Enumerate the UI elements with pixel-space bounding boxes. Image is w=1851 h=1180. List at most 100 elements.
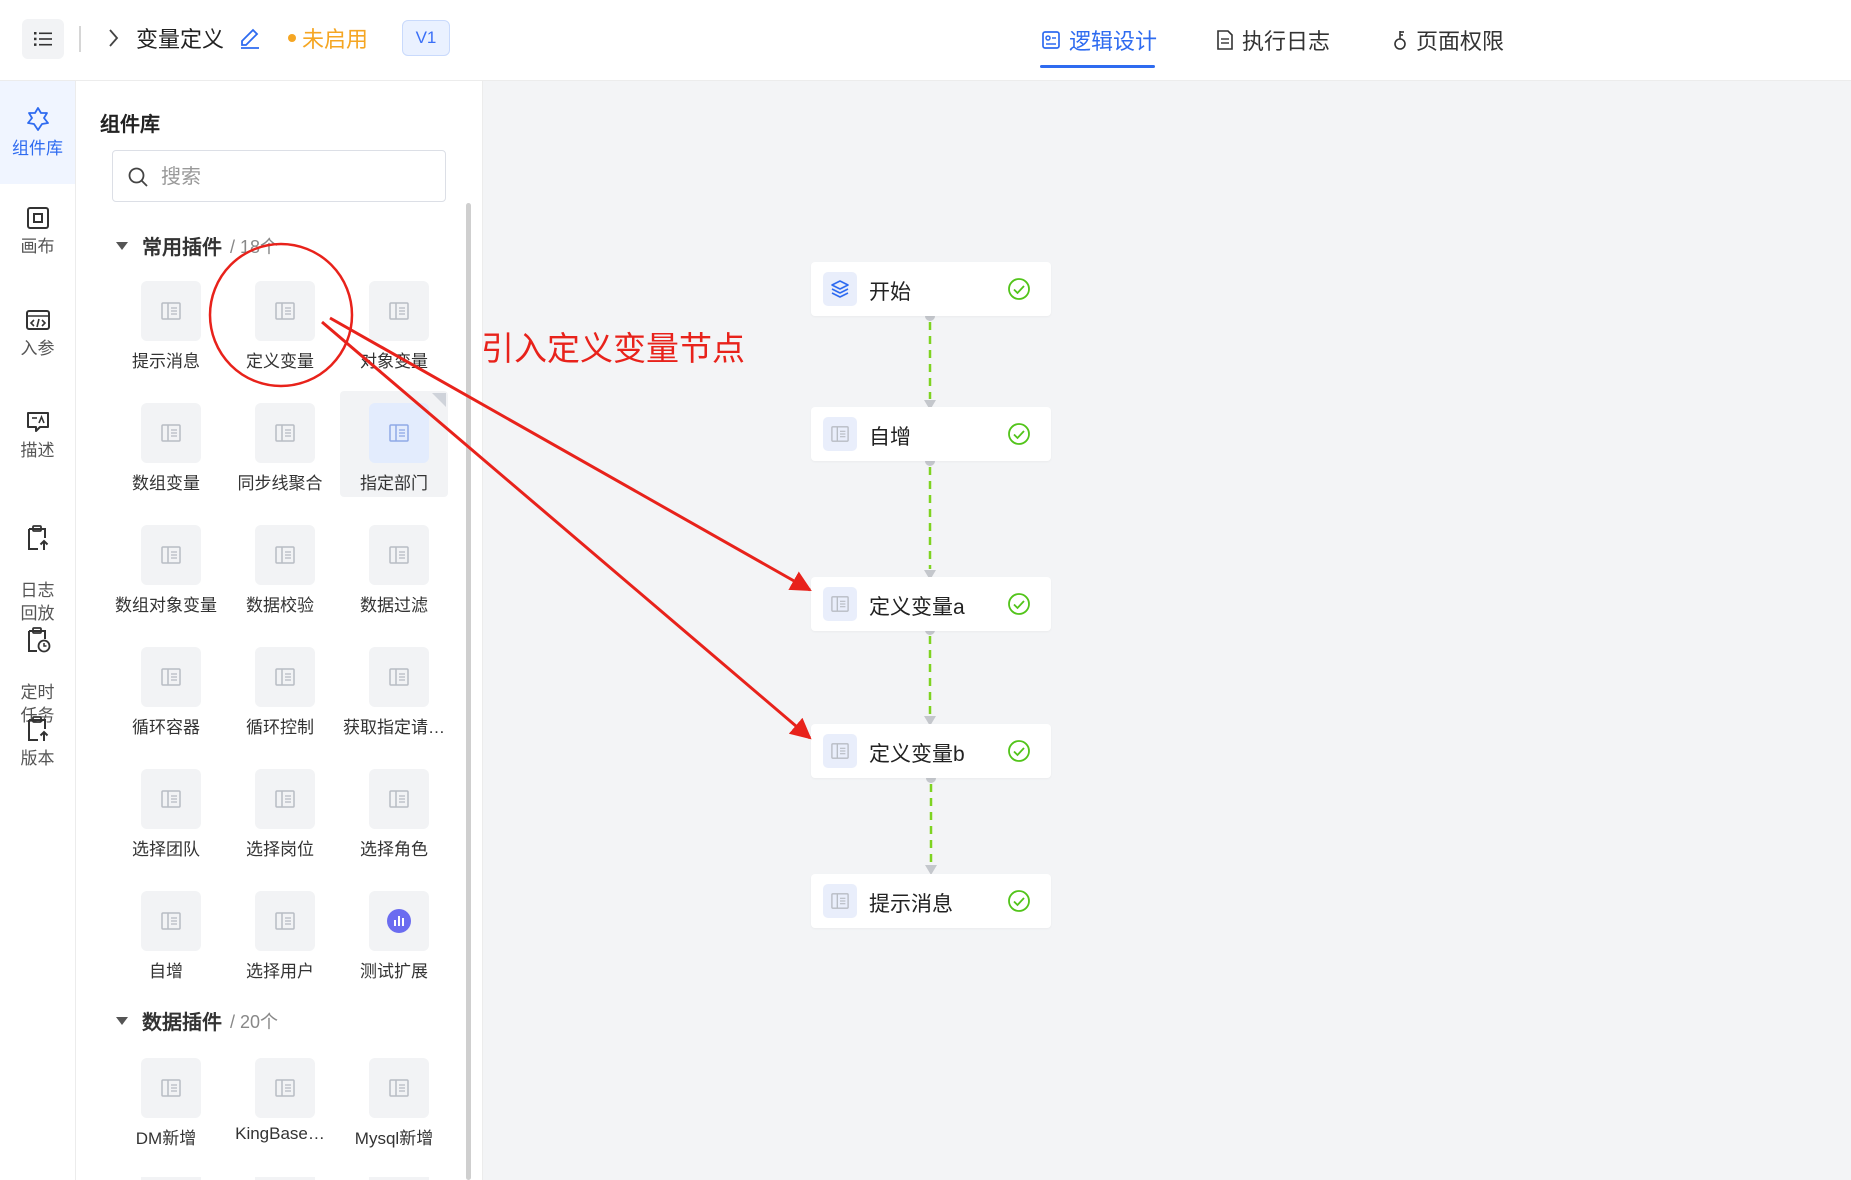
flow-node-start[interactable]: 开始	[811, 262, 1051, 316]
tab-page-permission[interactable]: 页面权限	[1392, 24, 1504, 56]
puzzle-icon	[26, 107, 49, 131]
logic-design-icon	[1042, 31, 1060, 49]
success-check-icon	[1008, 593, 1030, 615]
rail-item-params[interactable]: 入参	[0, 307, 75, 360]
component-label: 提示消息	[132, 352, 200, 371]
flow-canvas[interactable]: 开始 自增 定义变量a 定义变量b 提示消息	[483, 81, 1851, 1180]
search-box[interactable]	[112, 150, 446, 202]
component-label: 选择角色	[360, 840, 428, 859]
flow-node-define-variable-b[interactable]: 定义变量b	[811, 724, 1051, 778]
component-label: 测试扩展	[360, 962, 428, 981]
component-item[interactable]: 提示消息	[112, 269, 220, 375]
node-label: 定义变量a	[869, 596, 965, 619]
component-label: 指定部门	[360, 474, 428, 493]
rail-item-canvas[interactable]: 画布	[0, 205, 75, 258]
node-label: 开始	[869, 281, 911, 304]
hover-corner-marker	[432, 393, 446, 407]
code-icon	[25, 310, 50, 330]
component-library-panel: 组件库 常用插件 / 18个 提示消息 定义变量 对象变量 数组变量 同步线聚合	[76, 81, 483, 1180]
component-item-hovered[interactable]: 指定部门	[340, 391, 448, 497]
rail-item-label: 组件库	[12, 139, 63, 158]
component-label: KingBase…	[235, 1124, 325, 1143]
component-icon	[823, 417, 857, 451]
component-item[interactable]: 获取指定请…	[340, 635, 448, 741]
component-item[interactable]: Mysql新增	[340, 1046, 448, 1152]
component-icon	[369, 525, 429, 585]
status-badge: 未启用	[288, 22, 368, 54]
menu-button[interactable]	[22, 19, 64, 59]
component-icon	[255, 647, 315, 707]
component-item[interactable]: 选择用户	[226, 879, 334, 985]
flow-connectors	[924, 311, 937, 875]
component-label: 循环容器	[132, 718, 200, 737]
component-icon	[369, 891, 429, 951]
flow-node-increment[interactable]: 自增	[811, 407, 1051, 461]
top-bar: 变量定义 未启用 V1 逻辑设计 执行日志 页面权限	[0, 0, 1851, 81]
component-label: 数组对象变量	[115, 596, 217, 615]
flow-node-define-variable-a[interactable]: 定义变量a	[811, 577, 1051, 631]
test-extension-icon	[387, 909, 411, 933]
rail-item-components[interactable]: 组件库	[0, 105, 75, 160]
component-item[interactable]: 同步线聚合	[226, 391, 334, 497]
search-input[interactable]	[159, 161, 433, 193]
component-item[interactable]: 自增	[112, 879, 220, 985]
component-item[interactable]: 数据校验	[226, 513, 334, 619]
component-label: 数据过滤	[360, 596, 428, 615]
component-item[interactable]: 循环控制	[226, 635, 334, 741]
component-item[interactable]: KingBase…	[226, 1046, 334, 1152]
component-icon	[823, 587, 857, 621]
tab-logic-design[interactable]: 逻辑设计	[1041, 24, 1157, 56]
header-divider	[79, 26, 81, 52]
status-text: 未启用	[302, 27, 369, 52]
component-icon	[141, 525, 201, 585]
component-label: DM新增	[135, 1129, 197, 1148]
component-item[interactable]: 对象变量	[340, 269, 448, 375]
describe-icon	[26, 412, 49, 432]
section-name: 数据插件	[142, 1012, 222, 1034]
component-item[interactable]: 数组对象变量	[112, 513, 220, 619]
flow-node-prompt-message[interactable]: 提示消息	[811, 874, 1051, 928]
panel-title: 组件库	[100, 114, 160, 136]
component-label: Mysql新增	[354, 1129, 434, 1148]
rail-item-timer-task[interactable]: 定时 任务	[0, 603, 75, 727]
rail-item-describe[interactable]: 描述	[0, 409, 75, 462]
component-label: 定义变量	[246, 352, 314, 371]
page-title: 变量定义	[136, 27, 225, 52]
rail-item-label: 描述	[20, 441, 55, 460]
section-header-common-plugins[interactable]: 常用插件 / 18个	[116, 231, 278, 260]
active-tab-indicator	[1040, 65, 1155, 68]
log-replay-icon	[27, 525, 48, 550]
version-icon	[27, 716, 48, 741]
component-item[interactable]: 选择角色	[340, 757, 448, 863]
component-item[interactable]: 数组变量	[112, 391, 220, 497]
chevron-right-icon[interactable]	[108, 26, 120, 50]
edit-icon[interactable]	[238, 24, 262, 50]
section-name: 常用插件	[142, 237, 222, 259]
section-header-data-plugins[interactable]: 数据插件 / 20个	[116, 1006, 278, 1035]
tab-label: 执行日志	[1242, 29, 1331, 54]
component-icon	[369, 1058, 429, 1118]
component-item[interactable]: 定义变量	[226, 269, 334, 375]
component-icon	[369, 769, 429, 829]
component-label: 同步线聚合	[237, 474, 323, 493]
component-item[interactable]: DM新增	[112, 1046, 220, 1152]
tab-execution-log[interactable]: 执行日志	[1216, 24, 1330, 56]
caret-down-icon	[116, 1016, 128, 1025]
caret-down-icon	[116, 241, 128, 250]
component-item[interactable]: 测试扩展	[340, 879, 448, 985]
rail-item-version[interactable]: 版本	[0, 715, 75, 770]
component-item[interactable]: 选择岗位	[226, 757, 334, 863]
component-label: 数据校验	[246, 596, 314, 615]
success-check-icon	[1008, 740, 1030, 762]
component-icon	[141, 403, 201, 463]
component-icon	[823, 884, 857, 918]
component-item[interactable]: 选择团队	[112, 757, 220, 863]
component-icon	[141, 647, 201, 707]
component-item[interactable]: 循环容器	[112, 635, 220, 741]
component-icon	[141, 769, 201, 829]
component-item[interactable]: 数据过滤	[340, 513, 448, 619]
panel-scrollbar[interactable]	[466, 203, 471, 1180]
version-badge[interactable]: V1	[402, 20, 450, 56]
document-icon	[1217, 30, 1233, 50]
component-label: 选择团队	[132, 840, 200, 859]
